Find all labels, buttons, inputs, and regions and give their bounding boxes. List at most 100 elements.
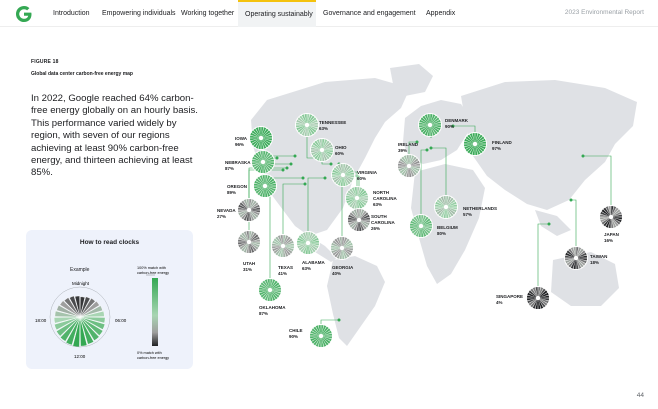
clock-finland-face [463,132,487,156]
region-value-oregon: 89% [227,190,236,195]
region-value-virginia: 60% [357,176,366,181]
clock-chile-face [309,324,333,348]
region-value-iowa: 96% [235,142,244,147]
clock-oklahoma-face [258,278,282,302]
clock-alabama [296,231,320,255]
data-center-dot [569,198,573,202]
region-value-ohio: 60% [335,151,344,156]
tab-governance-engagement[interactable]: Governance and engagement [323,0,416,27]
region-label-iowa: IOWA [235,136,248,141]
clock-finland [463,132,487,156]
clock-belgium [409,214,433,238]
region-label-oklahoma: OKLAHOMA [259,305,286,310]
region-label-north-carolina-2: CAROLINA [373,196,397,201]
clock-north-carolina [345,186,369,210]
clock-chile [309,324,333,348]
legend-18-label: 18:00 [35,318,47,323]
region-value-finland: 97% [492,146,501,151]
clock-denmark-face [418,113,442,137]
clock-virginia-face [331,163,355,187]
report-title: 2023 Environmental Report [564,9,644,16]
region-value-nevada: 27% [217,214,226,219]
data-center-dot [323,176,327,180]
region-label-denmark: DENMARK [445,118,469,123]
clock-south-carolina-face [347,208,371,232]
clock-denmark [418,113,442,137]
clock-texas [271,234,295,258]
data-center-dot [275,156,279,160]
clock-belgium-face [409,214,433,238]
data-center-dot [285,166,289,170]
clock-oregon [253,174,277,198]
region-label-utah: UTAH [243,261,255,266]
data-center-dot [429,146,433,150]
clock-nevada [237,198,261,222]
data-center-dot [293,154,297,158]
clock-tennessee [295,113,319,137]
clock-netherlands [434,195,458,219]
tab-introduction[interactable]: Introduction [53,0,90,27]
region-value-oklahoma: 87% [259,311,268,316]
data-center-dot [581,154,585,158]
region-value-south-carolina: 26% [371,226,380,231]
data-center-dot [425,148,429,152]
clock-georgia [330,236,354,260]
page-number: 44 [636,392,644,399]
region-value-alabama: 63% [302,266,311,271]
clock-nebraska [251,150,275,174]
clock-oklahoma [258,278,282,302]
clock-georgia-face [330,236,354,260]
data-center-dot [289,162,293,166]
region-label-nevada: NEVADA [217,208,236,213]
clock-taiwan [564,246,588,270]
legend-midnight-label: Midnight [72,281,90,286]
clock-ireland [397,154,421,178]
region-value-georgia: 40% [332,271,341,276]
tab-operating-sustainably[interactable]: Operating sustainably [238,0,316,27]
tab-empowering-individuals[interactable]: Empowering individuals [102,0,176,27]
region-label-south-carolina-2: CAROLINA [371,220,395,225]
legend-bottom-label-1: 0% match with [137,351,162,355]
region-label-singapore: SINGAPORE [496,294,523,299]
region-label-nebraska: NEBRASKA [225,160,251,165]
region-value-ireland: 39% [398,148,407,153]
clock-iowa-face [249,126,273,150]
tab-working-together[interactable]: Working together [181,0,234,27]
clock-north-carolina-face [345,186,369,210]
legend-top-label-1: 100% match with [137,266,166,270]
clock-iowa [249,126,273,150]
clock-japan-face [599,205,623,229]
region-value-utah: 31% [243,267,252,272]
clock-texas-face [271,234,295,258]
google-g-logo[interactable] [14,4,34,24]
region-value-texas: 41% [278,271,287,276]
data-center-dot [547,222,551,226]
legend-color-scale [152,278,158,346]
data-center-dot [301,176,305,180]
region-label-belgium: BELGIUM [437,225,458,230]
clock-alabama-face [296,231,320,255]
world-map: TENNESSEE 63% IOWA 96% OHIO 60% NEBRASKA… [217,64,637,348]
tab-appendix[interactable]: Appendix [426,0,455,27]
clock-netherlands-face [434,195,458,219]
region-label-virginia: VIRGINIA [357,170,378,175]
clock-tennessee-face [295,113,319,137]
legend-panel: How to read clocks Example Midnight 06:0… [26,230,193,369]
clock-south-carolina [347,208,371,232]
clock-singapore-face [526,286,550,310]
region-value-nebraska: 87% [225,166,234,171]
figure-label: FIGURE 18 [31,59,59,65]
region-label-tennessee: TENNESSEE [319,120,346,125]
region-label-north-carolina-1: NORTH [373,190,389,195]
region-value-chile: 90% [289,334,298,339]
clock-singapore [526,286,550,310]
region-label-georgia: GEORGIA [332,265,354,270]
clock-ohio-face [310,138,334,162]
figure-title: Global data center carbon-free energy ma… [31,71,133,77]
region-label-ohio: OHIO [335,145,347,150]
intro-paragraph: In 2022, Google reached 64% carbon-free … [31,93,198,179]
clock-taiwan-face [564,246,588,270]
clock-ireland-face [397,154,421,178]
data-center-dot [337,318,341,322]
region-label-oregon: OREGON [227,184,247,189]
